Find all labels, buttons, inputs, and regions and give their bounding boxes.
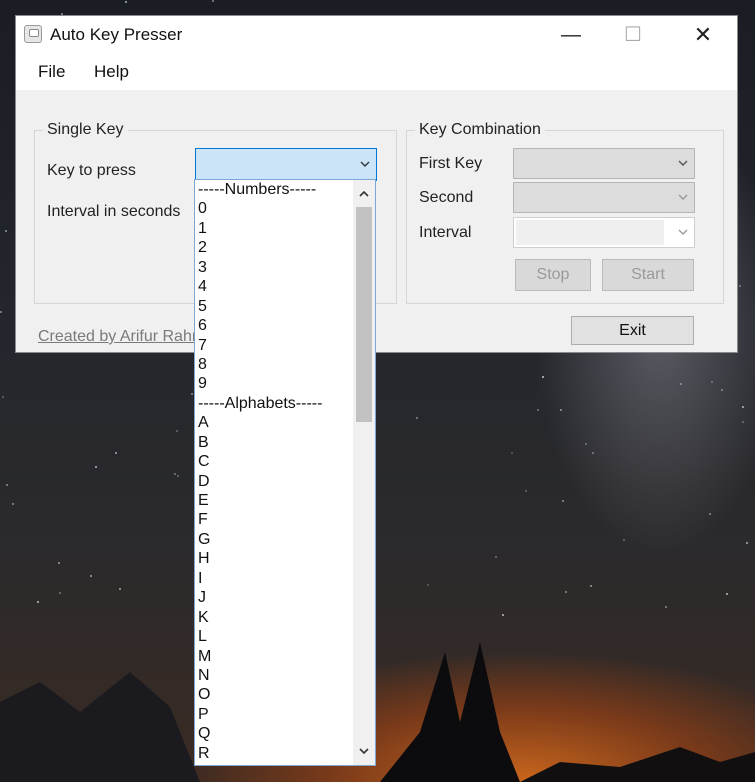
chevron-down-icon [678, 229, 688, 235]
dropdown-option[interactable]: N [198, 666, 348, 685]
key-to-press-select[interactable] [195, 148, 377, 181]
credit-link[interactable]: Created by Arifur Rahm [38, 328, 205, 346]
scroll-down-icon[interactable] [358, 745, 370, 757]
desktop-mountains [0, 642, 755, 782]
dropdown-option[interactable]: 8 [198, 355, 348, 374]
second-key-select[interactable] [513, 182, 695, 213]
dropdown-option[interactable]: 4 [198, 277, 348, 296]
stop-button[interactable]: Stop [515, 259, 591, 291]
chevron-down-icon [360, 161, 370, 167]
combo-interval-select[interactable] [513, 217, 695, 248]
dropdown-option[interactable]: B [198, 433, 348, 452]
key-dropdown-list: -----Numbers----- 0 1 2 3 4 5 6 7 8 9 -----Alphabet… [194, 179, 376, 766]
exit-button[interactable]: Exit [571, 316, 694, 345]
chevron-down-icon [678, 194, 688, 200]
dropdown-option[interactable]: 7 [198, 336, 348, 355]
key-to-press-label: Key to press [47, 162, 136, 179]
dropdown-option[interactable]: 2 [198, 238, 348, 257]
dropdown-option[interactable]: D [198, 472, 348, 491]
dropdown-option[interactable]: 3 [198, 258, 348, 277]
dropdown-option[interactable]: L [198, 627, 348, 646]
menu-bar: File Help [16, 54, 737, 90]
dropdown-option[interactable]: Q [198, 724, 348, 743]
dropdown-option[interactable]: M [198, 647, 348, 666]
dropdown-option[interactable]: 6 [198, 316, 348, 335]
chevron-down-icon [678, 160, 688, 166]
title-bar: Auto Key Presser — ☐ ✕ [16, 16, 737, 54]
window-title: Auto Key Presser [50, 25, 183, 44]
dropdown-option[interactable]: A [198, 413, 348, 432]
dropdown-option[interactable]: -----Alphabets----- [198, 394, 348, 413]
dropdown-option[interactable]: 9 [198, 374, 348, 393]
dropdown-option[interactable]: 5 [198, 297, 348, 316]
first-key-label: First Key [419, 155, 483, 172]
minimize-button[interactable]: — [548, 16, 594, 54]
main-window: Auto Key Presser — ☐ ✕ File Help Single … [15, 15, 738, 353]
close-button[interactable]: ✕ [680, 16, 726, 54]
combo-interval-label: Interval [419, 224, 472, 241]
dropdown-scrollbar[interactable] [353, 180, 375, 765]
start-button[interactable]: Start [602, 259, 694, 291]
menu-help[interactable]: Help [94, 62, 129, 82]
scroll-up-icon[interactable] [358, 188, 370, 200]
dropdown-option[interactable]: J [198, 588, 348, 607]
dropdown-option[interactable]: R [198, 744, 348, 763]
dropdown-option[interactable]: K [198, 608, 348, 627]
dropdown-option[interactable]: 0 [198, 199, 348, 218]
scroll-thumb[interactable] [356, 207, 372, 422]
dropdown-option[interactable]: G [198, 530, 348, 549]
dropdown-option[interactable]: 1 [198, 219, 348, 238]
dropdown-options: -----Numbers----- 0 1 2 3 4 5 6 7 8 9 -----Alphabet… [198, 180, 348, 763]
dropdown-option[interactable]: E [198, 491, 348, 510]
dropdown-option[interactable]: P [198, 705, 348, 724]
dropdown-option[interactable]: H [198, 549, 348, 568]
menu-file[interactable]: File [38, 62, 65, 82]
second-key-label: Second [419, 189, 474, 206]
dropdown-option[interactable]: -----Numbers----- [198, 180, 348, 199]
maximize-button[interactable]: ☐ [610, 16, 656, 54]
key-combination-title: Key Combination [415, 121, 545, 139]
single-key-title: Single Key [43, 121, 128, 139]
first-key-select[interactable] [513, 148, 695, 179]
dropdown-option[interactable]: O [198, 685, 348, 704]
dropdown-option[interactable]: I [198, 569, 348, 588]
app-icon [24, 25, 42, 43]
dropdown-option[interactable]: F [198, 510, 348, 529]
dropdown-option[interactable]: C [198, 452, 348, 471]
interval-seconds-label: Interval in seconds [47, 203, 181, 220]
